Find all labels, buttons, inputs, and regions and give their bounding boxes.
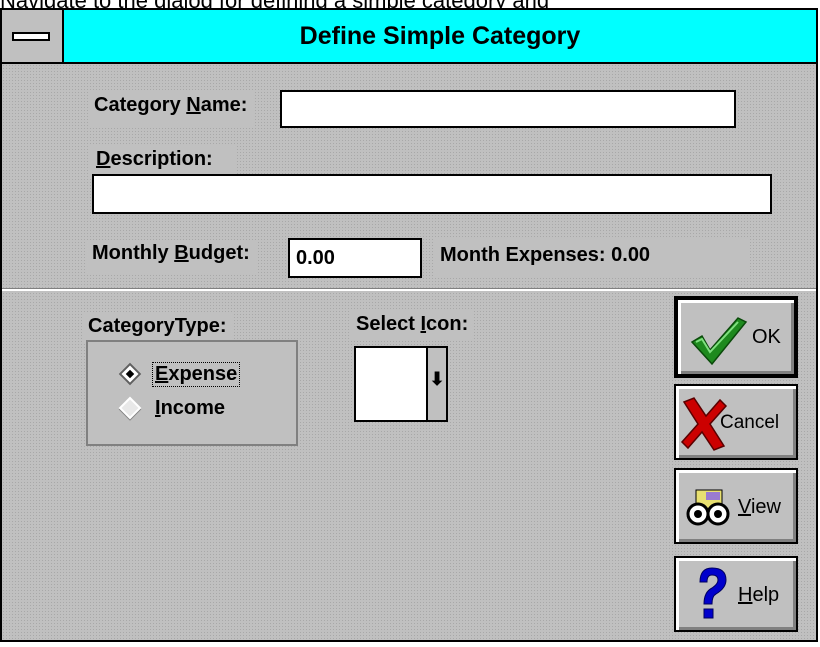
- dropdown-arrow-icon: ⬇: [429, 369, 445, 389]
- select-icon-label: Select Icon:: [350, 310, 475, 340]
- system-menu-icon: [12, 32, 50, 41]
- monthly-budget-label: Monthly Budget:: [86, 240, 256, 274]
- section-divider: [2, 288, 816, 291]
- select-icon-dropdown[interactable]: ⬇: [354, 346, 448, 422]
- view-button-label: View: [738, 496, 781, 518]
- dropdown-arrow-button[interactable]: ⬇: [426, 348, 446, 420]
- monthly-budget-field[interactable]: 0.00: [288, 238, 422, 278]
- income-radio-label: Income: [155, 396, 226, 419]
- category-name-label: Category Name:: [88, 92, 254, 128]
- checkmark-icon: [690, 317, 748, 366]
- dialog-title: Define Simple Category: [299, 22, 581, 50]
- titlebar: Define Simple Category: [2, 10, 816, 64]
- define-simple-category-dialog: Define Simple Category Category Name: De…: [0, 8, 818, 642]
- month-expenses-readout: Month Expenses: 0.00: [434, 238, 750, 276]
- system-menu-button[interactable]: [2, 10, 64, 62]
- help-button[interactable]: Help: [674, 556, 798, 632]
- help-button-label: Help: [738, 584, 780, 606]
- income-radio[interactable]: Income: [118, 394, 226, 422]
- description-field[interactable]: [92, 174, 772, 214]
- ok-button[interactable]: OK: [674, 296, 798, 378]
- expense-radio-label: Expense: [152, 361, 241, 387]
- radio-icon: [118, 396, 142, 420]
- category-name-field[interactable]: [280, 90, 736, 128]
- radio-icon: [118, 362, 142, 386]
- expense-radio[interactable]: Expense: [118, 360, 241, 388]
- question-mark-icon: [699, 567, 727, 619]
- binoculars-icon: [686, 489, 730, 526]
- cancel-button[interactable]: Cancel: [674, 384, 798, 460]
- category-type-label: CategoryType:: [82, 312, 233, 342]
- category-type-group: [86, 340, 298, 446]
- view-button[interactable]: View: [674, 468, 798, 544]
- ok-button-label: OK: [752, 326, 781, 348]
- cancel-button-label: Cancel: [720, 412, 780, 433]
